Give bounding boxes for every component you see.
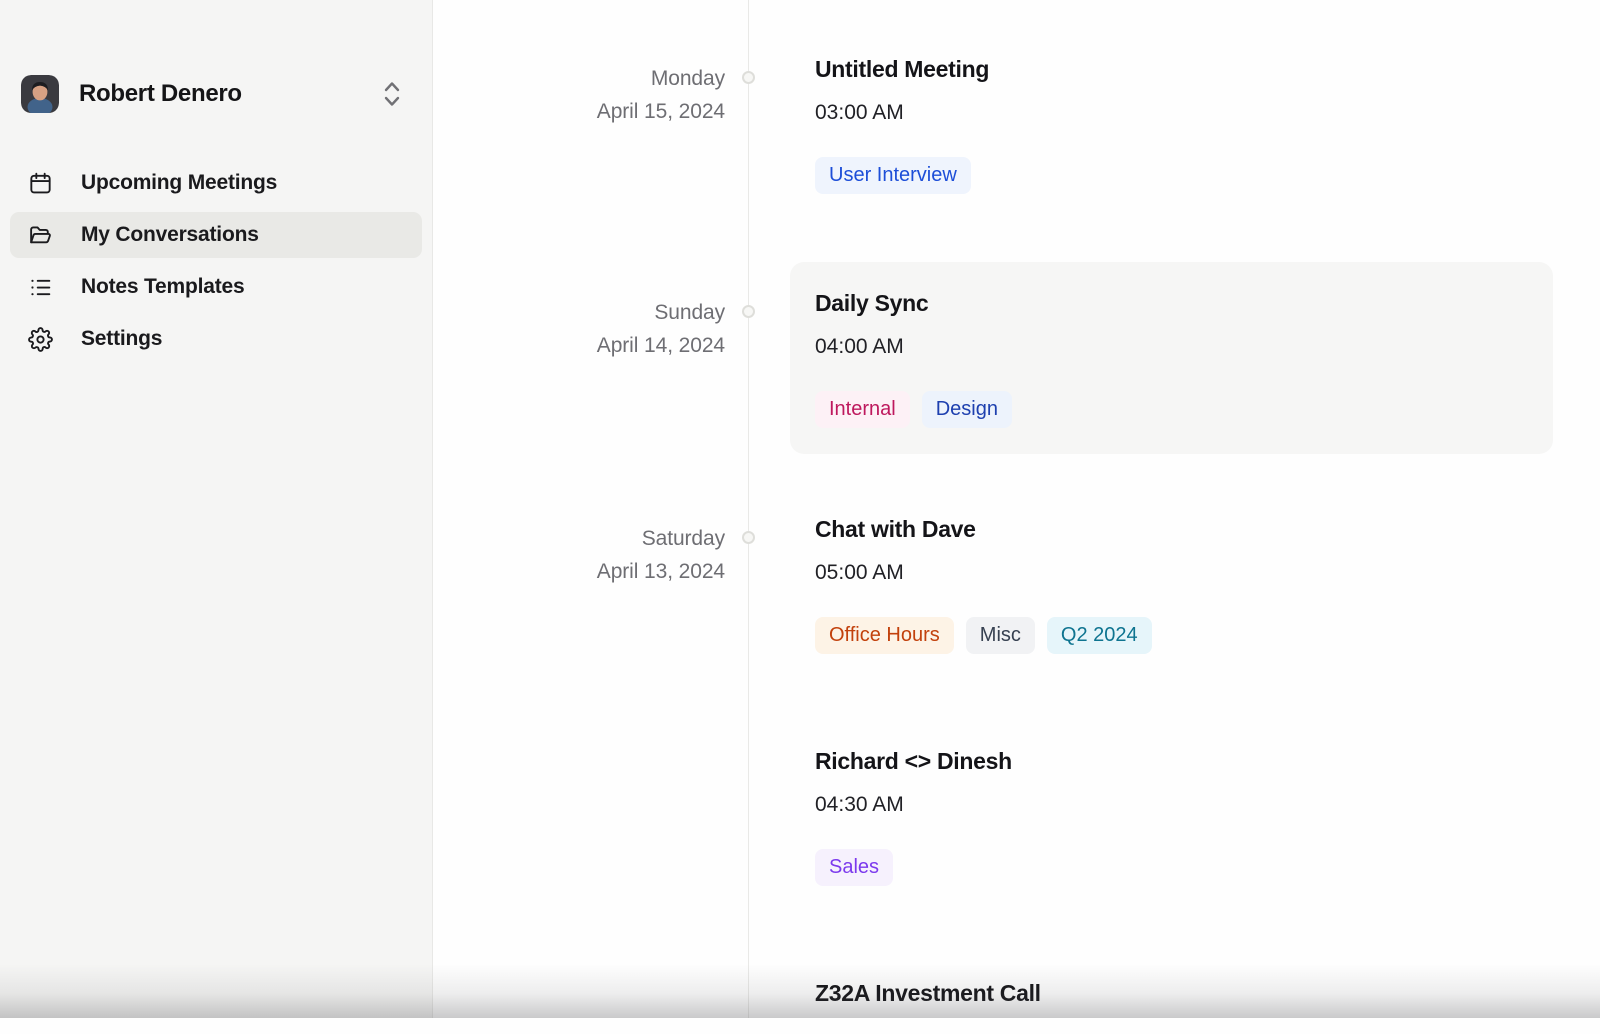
meeting-card[interactable]: Untitled Meeting 03:00 AM User Interview — [790, 28, 1553, 220]
date-day-label: Saturday — [433, 522, 725, 555]
list-icon — [28, 275, 53, 300]
timeline-dot — [742, 531, 755, 544]
meeting-tag[interactable]: Internal — [815, 391, 910, 428]
meeting-tag[interactable]: Q2 2024 — [1047, 617, 1152, 654]
meeting-title: Chat with Dave — [815, 514, 1528, 544]
meeting-title: Richard <> Dinesh — [815, 746, 1528, 776]
date-label: April 13, 2024 — [433, 555, 725, 588]
meeting-tags: User Interview — [815, 157, 1528, 194]
date-column: MondayApril 15, 2024 — [433, 28, 749, 220]
sidebar-item-my-conversations[interactable]: My Conversations — [10, 212, 422, 258]
meeting-time: 04:30 AM — [815, 791, 1528, 819]
conversations-timeline: MondayApril 15, 2024 Untitled Meeting 03:0… — [433, 0, 1600, 1018]
meeting-tags: Office Hours Misc Q2 2024 — [815, 617, 1528, 654]
meeting-card[interactable]: Chat with Dave 05:00 AM Office Hours Misc Q2… — [790, 488, 1553, 680]
meeting-tag[interactable]: User Interview — [815, 157, 971, 194]
timeline-group: MondayApril 15, 2024 Untitled Meeting 03:0… — [433, 28, 1600, 220]
meeting-card[interactable]: Z32A Investment Call — [790, 952, 1553, 1034]
timeline-group: SaturdayApril 13, 2024 Chat with Dave 05:0… — [433, 488, 1600, 1034]
sidebar-item-label: Notes Templates — [81, 275, 245, 299]
meetings-column: Daily Sync 04:00 AM Internal Design — [749, 262, 1600, 454]
sidebar-item-settings[interactable]: Settings — [10, 316, 422, 362]
date-label: April 15, 2024 — [433, 95, 725, 128]
sidebar-item-upcoming-meetings[interactable]: Upcoming Meetings — [10, 160, 422, 206]
chevron-updown-icon[interactable] — [382, 79, 402, 109]
person-photo-icon — [21, 75, 59, 113]
calendar-icon — [28, 171, 53, 196]
date-day-label: Monday — [433, 62, 725, 95]
date-column: SundayApril 14, 2024 — [433, 262, 749, 454]
date-label: April 14, 2024 — [433, 329, 725, 362]
meeting-tag[interactable]: Design — [922, 391, 1012, 428]
avatar[interactable] — [21, 75, 59, 113]
meeting-tag[interactable]: Misc — [966, 617, 1035, 654]
meeting-title: Z32A Investment Call — [815, 978, 1528, 1008]
meeting-tag[interactable]: Office Hours — [815, 617, 954, 654]
date-day-label: Sunday — [433, 296, 725, 329]
sidebar-item-label: Upcoming Meetings — [81, 171, 277, 195]
meeting-title: Untitled Meeting — [815, 54, 1528, 84]
meetings-column: Untitled Meeting 03:00 AM User Interview — [749, 28, 1600, 220]
meeting-time: 04:00 AM — [815, 333, 1528, 361]
folder-icon — [28, 223, 53, 248]
meetings-column: Chat with Dave 05:00 AM Office Hours Misc Q2… — [749, 488, 1600, 1034]
meeting-time: 03:00 AM — [815, 99, 1528, 127]
sidebar-item-notes-templates[interactable]: Notes Templates — [10, 264, 422, 310]
user-name: Robert Denero — [79, 80, 382, 108]
timeline-dot — [742, 305, 755, 318]
timeline-groups: MondayApril 15, 2024 Untitled Meeting 03:0… — [433, 0, 1600, 1034]
timeline-dot — [742, 71, 755, 84]
meeting-title: Daily Sync — [815, 288, 1528, 318]
meeting-tag[interactable]: Sales — [815, 849, 893, 886]
meeting-time: 05:00 AM — [815, 559, 1528, 587]
gear-icon — [28, 327, 53, 352]
date-column: SaturdayApril 13, 2024 — [433, 488, 749, 1034]
meeting-card[interactable]: Daily Sync 04:00 AM Internal Design — [790, 262, 1553, 454]
sidebar-item-label: My Conversations — [81, 223, 259, 247]
sidebar: Robert Denero Upcoming Meetings — [0, 0, 433, 1018]
meeting-tags: Internal Design — [815, 391, 1528, 428]
meeting-card[interactable]: Richard <> Dinesh 04:30 AM Sales — [790, 720, 1553, 912]
app-window: Robert Denero Upcoming Meetings — [0, 0, 1600, 1018]
user-profile[interactable]: Robert Denero — [0, 75, 432, 113]
meeting-tags: Sales — [815, 849, 1528, 886]
sidebar-item-label: Settings — [81, 327, 162, 351]
timeline-group: SundayApril 14, 2024 Daily Sync 04:00 AM In… — [433, 262, 1600, 454]
sidebar-nav: Upcoming Meetings My Conversations — [0, 160, 432, 362]
